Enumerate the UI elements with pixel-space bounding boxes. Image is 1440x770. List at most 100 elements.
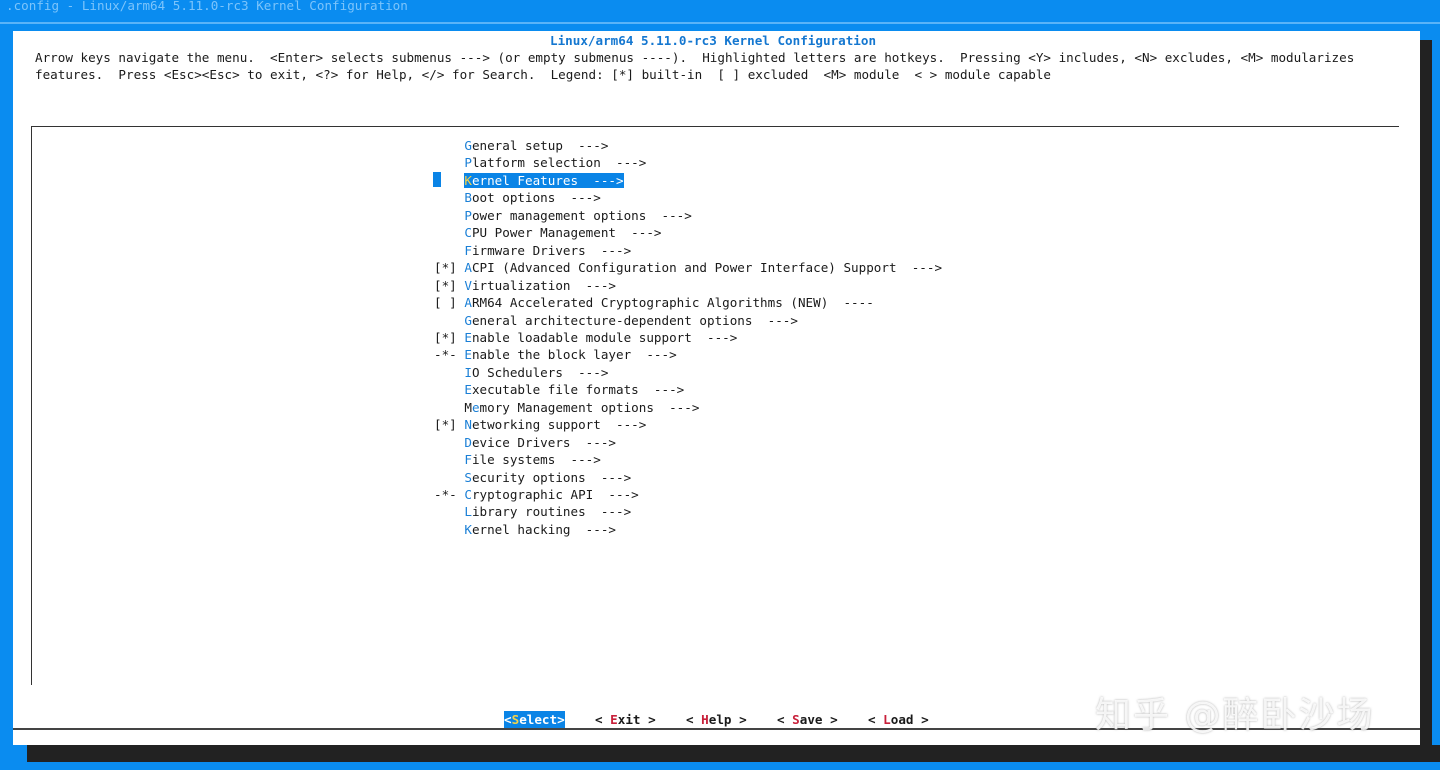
button-bracket: < [868,712,884,727]
menu-item[interactable]: [*] Virtualization ---> [434,277,616,294]
button-label: elect [519,712,558,727]
menu-item-text: evice Drivers ---> [471,434,616,450]
menu-item-label: Boot options ---> [464,190,601,205]
menu-item[interactable]: Device Drivers ---> [434,434,616,451]
help-button[interactable]: < Help > [686,711,747,728]
help-text: Arrow keys navigate the menu. <Enter> se… [35,49,1354,84]
menu-item[interactable]: Memory Management options ---> [434,399,699,416]
button-label: xit [617,712,641,727]
menu-item-hotkey: I [464,364,472,380]
menu-item-text: latform selection ---> [471,155,647,171]
terminal-title-bar: .config - Linux/arm64 5.11.0-rc3 Kernel … [0,0,1440,24]
menu-item-label: Kernel Features ---> [464,172,624,188]
button-hotkey: H [701,712,709,727]
menu-item-label: General architecture-dependent options -… [464,313,798,328]
menu-item-hotkey: L [464,504,472,520]
menu-item-hotkey: D [464,434,472,450]
menu-item-hotkey: B [464,190,472,206]
select-button[interactable]: <Select> [504,711,565,728]
menu-item-text: mory Management options ---> [479,399,700,415]
menu-item[interactable]: -*- Cryptographic API ---> [434,486,639,503]
menu-item-label: General setup ---> [464,138,608,153]
menu-item-state [434,504,464,519]
menu-item-state: [*] [434,260,465,276]
menu-item[interactable]: Security options ---> [434,469,631,486]
button-label: oad [890,712,914,727]
menu-item[interactable]: -*- Enable the block layer ---> [434,346,677,363]
exit-button[interactable]: < Exit > [595,711,656,728]
menu-item[interactable]: Library routines ---> [434,503,631,520]
kernel-config-dialog: Linux/arm64 5.11.0-rc3 Kernel Configurat… [13,31,1420,745]
menu-item-text: M [464,399,472,415]
menu-item-hotkey: S [464,469,472,485]
menu-item-hotkey: A [464,295,472,311]
menu-item-state: -*- [434,487,465,502]
menu-item-text: eneral setup ---> [471,138,609,153]
menu-item-hotkey: P [464,155,472,171]
menu-item-label: Device Drivers ---> [464,435,616,450]
menu-item-label: CPU Power Management ---> [464,225,661,240]
menu-item-text: ile systems ---> [471,452,601,468]
menu-item-label: Executable file formats ---> [464,382,684,397]
menu-item-text: irmware Drivers ---> [471,242,632,258]
menu-item[interactable]: Power management options ---> [434,207,691,224]
menu-item-state [434,452,464,467]
menu-item[interactable]: File systems ---> [434,451,601,468]
menu-item-label: Networking support ---> [464,417,646,432]
menu-item[interactable]: CPU Power Management ---> [434,224,661,241]
button-hotkey: E [610,712,618,727]
menu-item-label: ACPI (Advanced Configuration and Power I… [464,260,942,275]
menu-item-hotkey: V [464,277,472,293]
menu-item[interactable]: Kernel Features ---> [433,171,624,189]
menu-item[interactable]: Firmware Drivers ---> [434,242,631,259]
button-bracket: > [640,712,656,727]
menu-item[interactable]: Kernel hacking ---> [434,521,616,538]
menu-item-hotkey: G [464,312,472,328]
menu-item[interactable]: General setup ---> [434,137,608,154]
menu-item[interactable]: General architecture-dependent options -… [434,312,798,329]
menu-item-state [434,190,464,205]
menu-item-text: etworking support ---> [471,417,647,433]
menu-item-label: Platform selection ---> [464,155,646,170]
save-button[interactable]: < Save > [777,711,838,728]
menu-item[interactable]: Boot options ---> [434,189,601,206]
menu-item-hotkey: P [464,207,472,223]
help-line-2: features. Press <Esc><Esc> to exit, <?> … [35,67,1051,83]
menu-item[interactable]: Executable file formats ---> [434,381,684,398]
menu-item-hotkey: F [464,242,472,258]
menu-item-state [434,208,464,223]
menu-item-hotkey: C [464,487,472,502]
menu-item-text: ernel hacking ---> [471,521,616,537]
button-bracket: > [731,712,747,727]
button-bracket: < [777,712,793,727]
menu-item-hotkey: A [464,260,472,276]
menu-item-state [434,435,464,450]
menu-item-text: ibrary routines ---> [471,504,632,520]
menu-item-label: Security options ---> [464,470,631,485]
button-hotkey: S [792,712,800,727]
menu-item-hotkey: E [464,329,472,345]
menu-item[interactable]: [ ] ARM64 Accelerated Cryptographic Algo… [434,294,874,311]
menu-item[interactable]: Platform selection ---> [434,154,646,171]
menu-box [31,126,1399,685]
menu-item-state [434,243,464,258]
menu-item-label: Firmware Drivers ---> [464,243,631,258]
menu-item-state [434,365,464,380]
menu-item-state: [*] [434,417,465,433]
button-bracket: < [686,712,702,727]
menu-item-label: File systems ---> [464,452,601,467]
load-button[interactable]: < Load > [868,711,929,728]
menu-item[interactable]: [*] ACPI (Advanced Configuration and Pow… [434,259,942,276]
menu-item[interactable]: [*] Enable loadable module support ---> [434,329,737,346]
menu-item[interactable]: [*] Networking support ---> [434,416,646,433]
menu-item-text: nable the block layer ---> [471,347,677,363]
menu-item[interactable]: IO Schedulers ---> [434,364,608,381]
menu-item-state [434,382,464,397]
menu-item-label: IO Schedulers ---> [464,365,608,380]
menu-item-label: Library routines ---> [464,504,631,519]
menu-item-state [434,138,464,153]
menu-item-hotkey: F [464,452,472,468]
dialog-title: Linux/arm64 5.11.0-rc3 Kernel Configurat… [550,33,877,48]
menu-item-state: [ ] [434,295,465,311]
button-bracket: > [913,712,929,727]
